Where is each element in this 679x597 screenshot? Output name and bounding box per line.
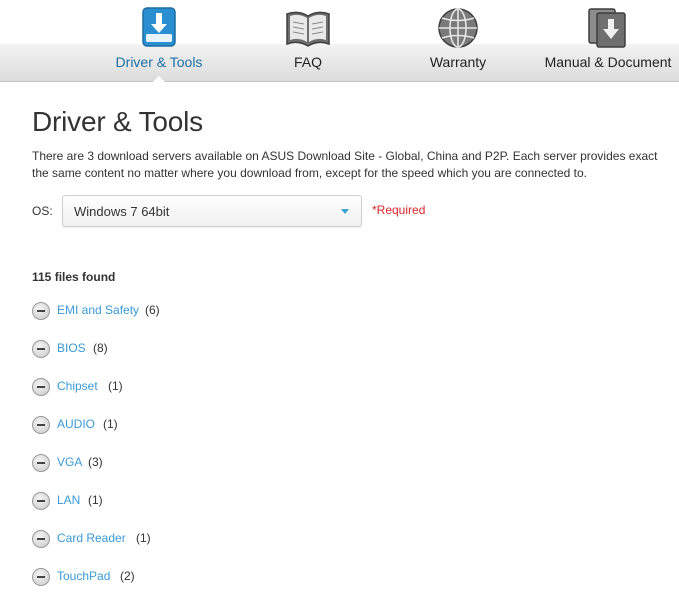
tab-driver-tools[interactable]: Driver & Tools	[84, 0, 234, 83]
open-book-icon	[286, 11, 330, 47]
required-indicator: *Required	[372, 203, 426, 217]
category-name[interactable]: Card Reader	[57, 531, 126, 545]
category-count: (6)	[145, 303, 160, 317]
category-name[interactable]: TouchPad	[57, 569, 110, 583]
collapse-minus-icon[interactable]	[32, 568, 50, 586]
tab-label: Manual & Document	[544, 54, 672, 70]
category-count: (1)	[136, 531, 151, 545]
category-name[interactable]: EMI and Safety	[57, 303, 139, 317]
category-count: (1)	[108, 379, 123, 393]
os-selected-value: Windows 7 64bit	[74, 204, 170, 219]
tab-faq[interactable]: FAQ	[233, 0, 383, 82]
files-found-count: 115 files found	[32, 270, 116, 284]
chevron-down-icon	[341, 209, 349, 214]
page-title: Driver & Tools	[32, 106, 203, 137]
page-description: There are 3 download servers available o…	[32, 149, 658, 180]
category-count: (2)	[120, 569, 135, 583]
collapse-minus-icon[interactable]	[32, 454, 50, 472]
collapse-minus-icon[interactable]	[32, 416, 50, 434]
category-count: (8)	[93, 341, 108, 355]
download-tray-icon	[142, 7, 176, 47]
tab-manual-document[interactable]: Manual & Document	[533, 0, 679, 82]
tab-warranty[interactable]: Warranty	[383, 0, 533, 82]
collapse-minus-icon[interactable]	[32, 302, 50, 320]
category-name[interactable]: LAN	[57, 493, 80, 507]
category-name[interactable]: AUDIO	[57, 417, 95, 431]
collapse-minus-icon[interactable]	[32, 340, 50, 358]
tab-label: Driver & Tools	[115, 54, 203, 70]
document-download-icon	[588, 8, 626, 48]
tab-label: FAQ	[293, 54, 322, 70]
os-dropdown[interactable]: Windows 7 64bit	[62, 195, 362, 227]
collapse-minus-icon[interactable]	[32, 492, 50, 510]
top-navigation-bar: Driver & Tools FAQ Warranty Manual & Doc…	[0, 0, 679, 84]
collapse-minus-icon[interactable]	[32, 378, 50, 396]
active-tab-pointer	[152, 76, 166, 83]
tab-label: Warranty	[429, 54, 487, 70]
category-count: (3)	[88, 455, 103, 469]
globe-icon	[438, 8, 478, 48]
category-count: (1)	[88, 493, 103, 507]
category-name[interactable]: BIOS	[57, 341, 86, 355]
category-name[interactable]: VGA	[57, 455, 82, 469]
os-label: OS:	[32, 204, 53, 218]
category-count: (1)	[103, 417, 118, 431]
collapse-minus-icon[interactable]	[32, 530, 50, 548]
category-name[interactable]: Chipset	[57, 379, 98, 393]
